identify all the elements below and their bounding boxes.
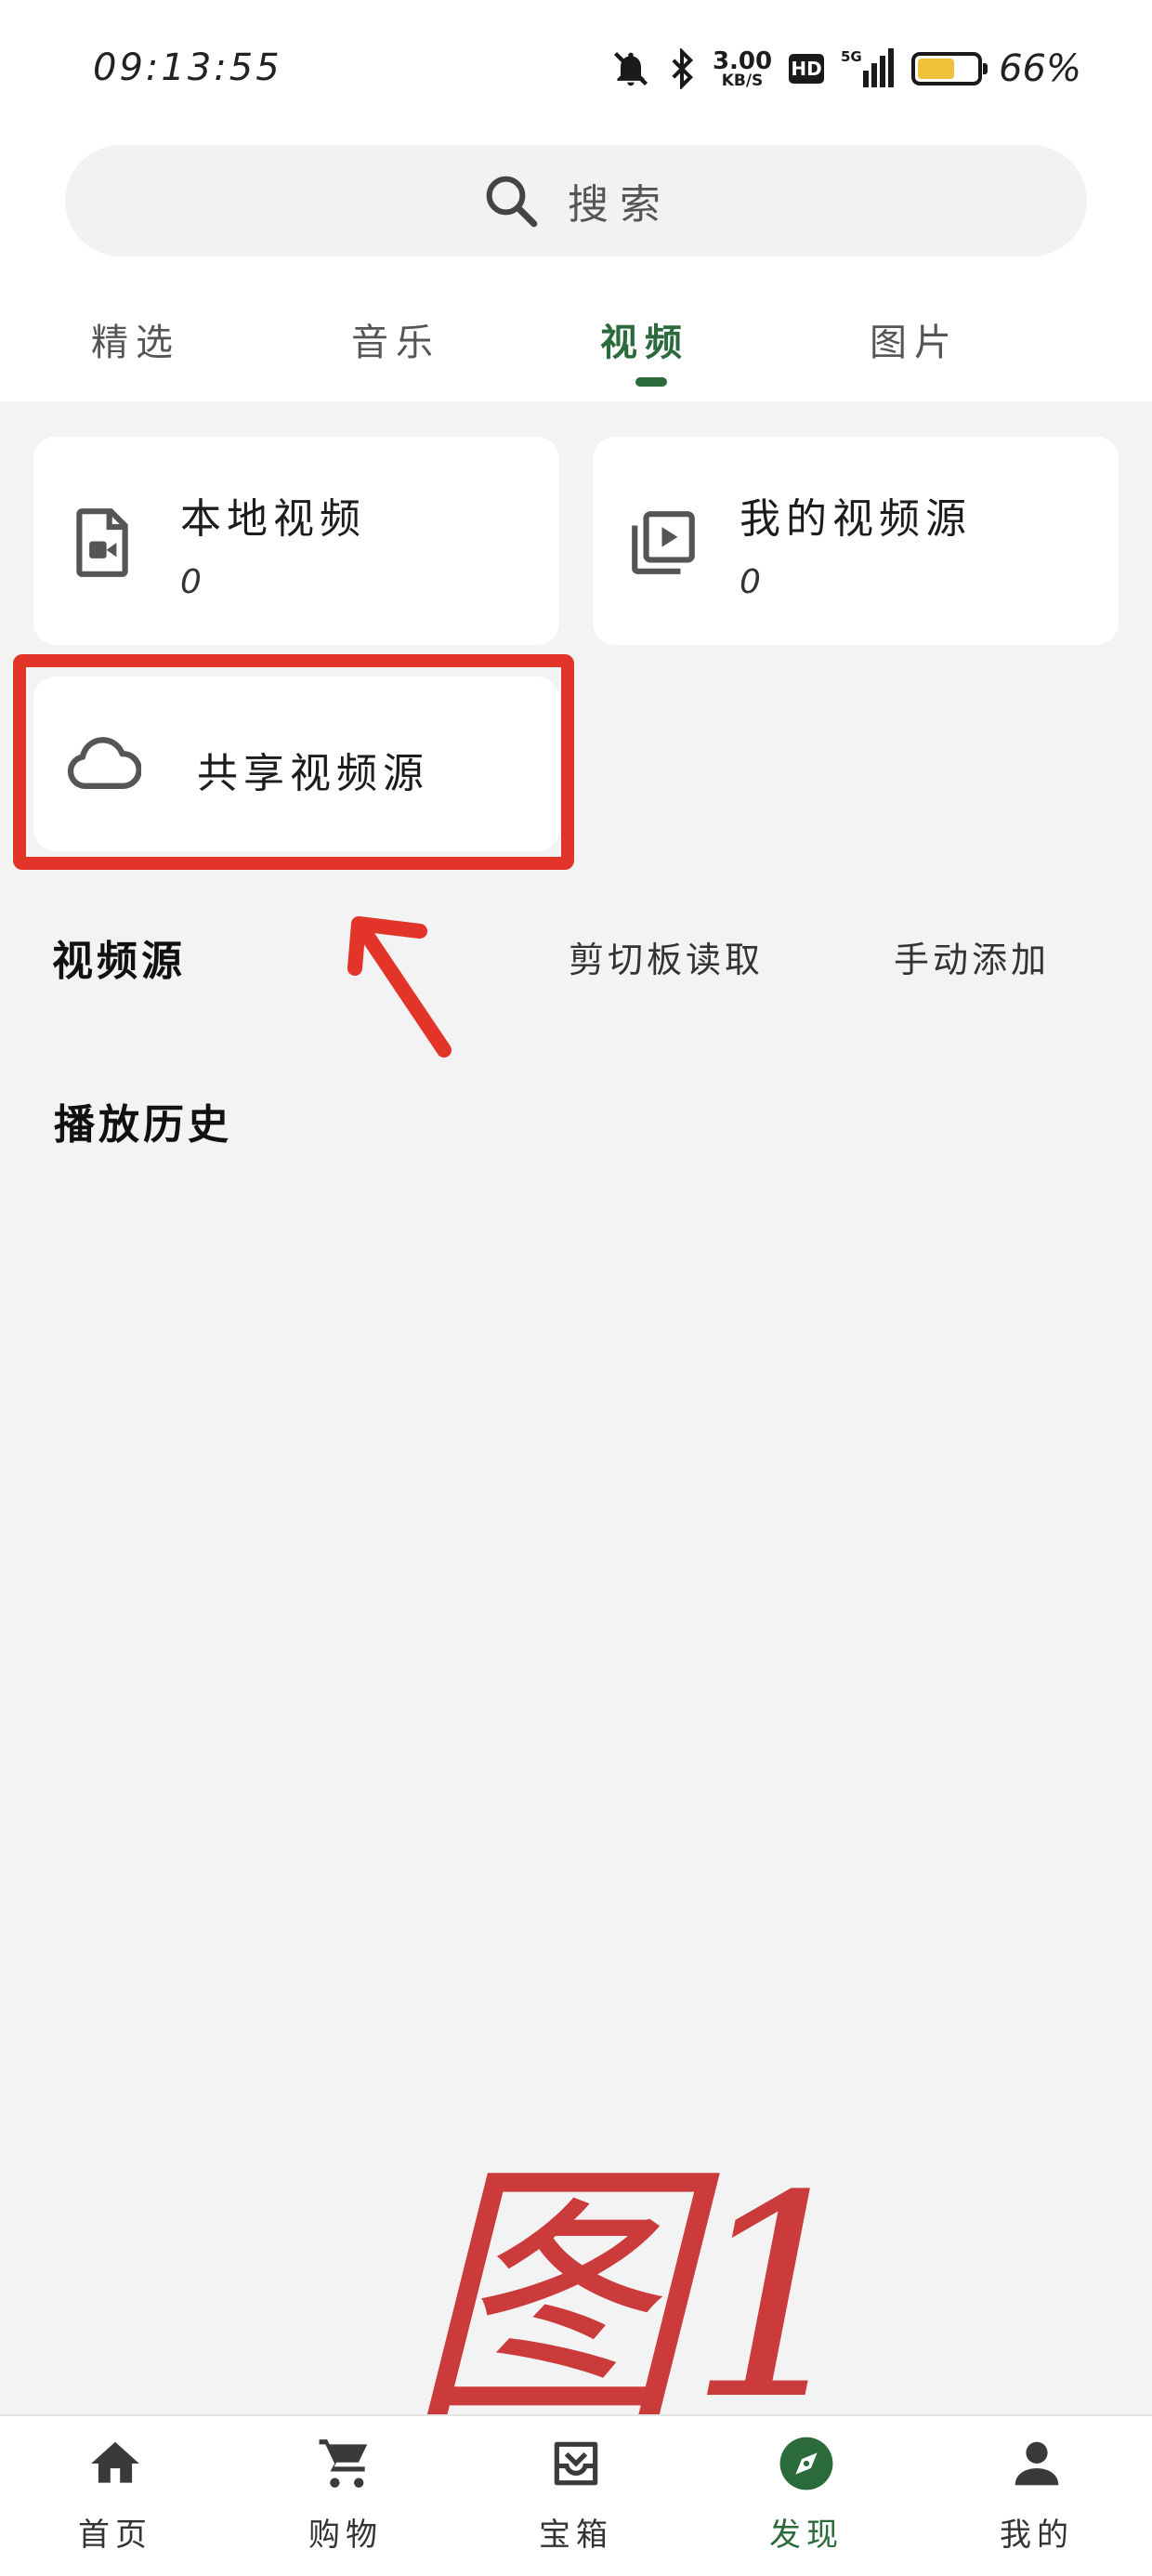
tab-featured[interactable]: 精选 <box>91 312 180 366</box>
clipboard-read-button[interactable]: 剪切板读取 <box>569 931 764 982</box>
tab-pictures[interactable]: 图片 <box>870 312 959 366</box>
status-time: 09:13:55 <box>93 46 282 89</box>
battery-icon <box>911 52 988 85</box>
tab-music[interactable]: 音乐 <box>351 312 440 366</box>
nav-home[interactable]: 首页 <box>22 2435 208 2555</box>
network-speed-value: 3.00 <box>712 46 773 75</box>
search-bar[interactable]: 搜索 <box>65 145 1087 256</box>
compass-icon <box>779 2437 833 2491</box>
inbox-icon <box>554 2441 598 2486</box>
nav-discover-label: 发现 <box>769 2517 844 2554</box>
red-arrow-annotation <box>347 916 452 1058</box>
my-video-sources-card[interactable]: 我的视频源 0 <box>593 437 1119 645</box>
nav-mine-label: 我的 <box>1000 2517 1074 2554</box>
nav-treasure-box[interactable]: 宝箱 <box>483 2435 669 2555</box>
nav-home-label: 首页 <box>78 2517 152 2554</box>
network-speed-unit: KB/S <box>721 71 764 90</box>
home-icon <box>91 2441 139 2483</box>
person-icon <box>1015 2441 1059 2486</box>
video-library-icon <box>632 511 695 574</box>
status-icons: 3.00 KB/S HD 5G 66% <box>610 41 1081 97</box>
bluetooth-icon <box>672 48 693 89</box>
network-speed: 3.00 KB/S <box>713 49 772 89</box>
local-video-title: 本地视频 <box>180 495 366 543</box>
hd-badge: HD <box>789 54 825 84</box>
local-video-card[interactable]: 本地视频 0 <box>33 437 559 645</box>
cart-icon <box>319 2439 368 2488</box>
signal-5g-label: 5G <box>841 48 862 65</box>
nav-mine[interactable]: 我的 <box>944 2435 1130 2555</box>
app-screen: 09:13:55 3.00 KB/S HD 5G 66% 搜索 精选 音乐 视频… <box>0 0 1152 2576</box>
my-video-sources-title: 我的视频源 <box>740 495 972 543</box>
search-placeholder: 搜索 <box>568 181 672 229</box>
nav-shopping-label: 购物 <box>308 2517 383 2554</box>
battery-level <box>918 59 954 79</box>
video-file-icon <box>76 508 128 577</box>
signal-5g-icon: 5G <box>841 48 895 87</box>
play-history-heading: 播放历史 <box>54 1101 232 1149</box>
nav-treasure-box-label: 宝箱 <box>539 2517 613 2554</box>
tab-indicator <box>635 377 667 387</box>
mute-bell-icon <box>613 51 648 86</box>
my-video-sources-count: 0 <box>740 563 761 601</box>
local-video-count: 0 <box>180 563 202 601</box>
battery-percent: 66% <box>999 47 1081 90</box>
nav-shopping[interactable]: 购物 <box>253 2435 439 2555</box>
manual-add-button[interactable]: 手动添加 <box>894 931 1050 982</box>
bottom-navigation: 首页 购物 宝箱 发现 我的 <box>0 2414 1152 2576</box>
search-icon <box>486 176 538 228</box>
video-sources-heading: 视频源 <box>52 938 186 985</box>
red-highlight-box <box>13 654 574 870</box>
tab-video[interactable]: 视频 <box>600 312 689 366</box>
nav-discover[interactable]: 发现 <box>713 2435 899 2555</box>
